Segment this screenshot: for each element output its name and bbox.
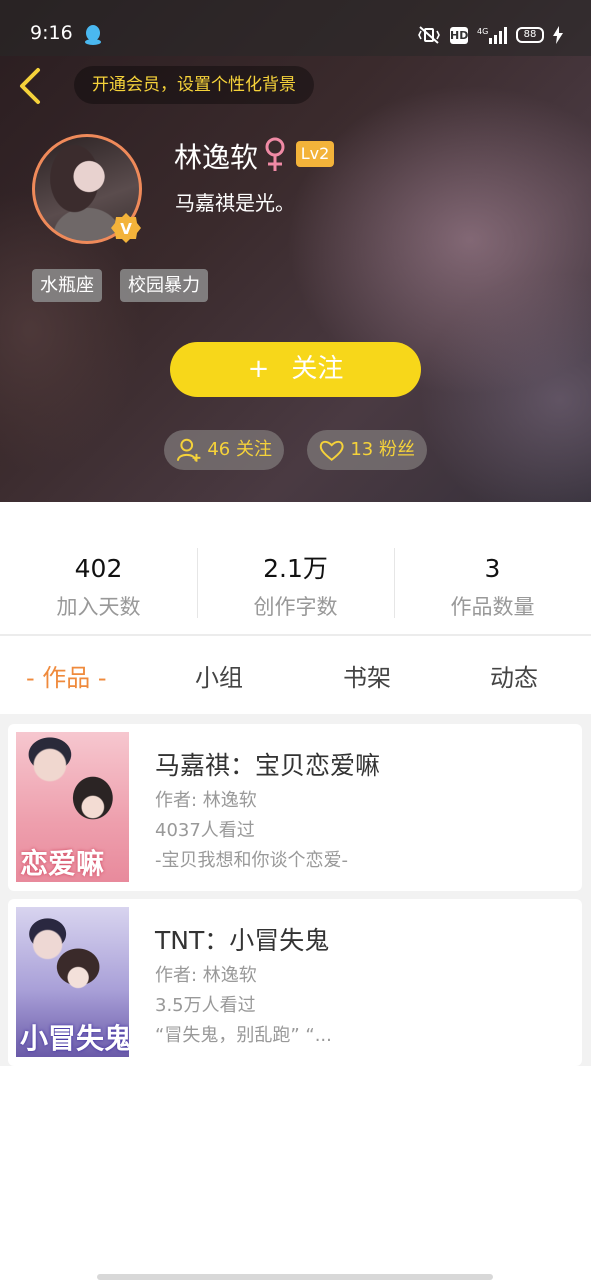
follow-label: 关注 (291, 354, 344, 384)
stat-divider (394, 548, 395, 618)
stat-days-joined: 402 加入天数 (0, 540, 197, 621)
user-name: 林逸软 (174, 141, 259, 174)
work-title[interactable]: TNT：小冒失鬼 (155, 921, 329, 957)
list-item[interactable]: 恋爱嘛 马嘉祺：宝贝恋爱嘛 作者: 林逸软 4037人看过 -宝贝我想和你谈个恋… (8, 724, 582, 891)
profile-stats: 402 加入天数 2.1万 创作字数 3 作品数量 (0, 540, 591, 630)
network-label: 4G (477, 27, 488, 36)
cover-title-art: 恋爱嘛 (20, 847, 105, 880)
chevron-left-icon[interactable] (16, 66, 48, 106)
qq-icon (85, 25, 101, 45)
status-icons: HD 4G 88 (417, 24, 563, 46)
stat-value: 402 (74, 554, 123, 583)
heart-icon (319, 440, 344, 461)
user-bio: 马嘉祺是光。 (175, 191, 295, 215)
following-button[interactable]: 46 关注 (164, 430, 284, 470)
tab-groups[interactable]: 小组 (195, 658, 243, 698)
work-cover[interactable]: 恋爱嘛 (16, 732, 129, 882)
fans-button[interactable]: 13 粉丝 (307, 430, 427, 470)
stat-label: 作品数量 (450, 595, 535, 619)
follow-plus-icon: + (247, 354, 270, 384)
charging-icon (553, 26, 563, 44)
tab-bookshelf[interactable]: 书架 (343, 658, 391, 698)
tag-genre[interactable]: 校园暴力 (120, 269, 208, 302)
fans-count: 13 粉丝 (350, 439, 415, 460)
stat-word-count: 2.1万 创作字数 (197, 540, 394, 621)
cover-title-art: 小冒失鬼 (20, 1022, 129, 1055)
hd-icon: HD (450, 26, 469, 44)
female-icon (265, 137, 285, 171)
battery-icon: 88 (516, 27, 544, 43)
level-badge: Lv2 (296, 141, 334, 167)
vip-background-banner[interactable]: 开通会员，设置个性化背景 (74, 66, 314, 104)
follow-button[interactable]: + 关注 (170, 342, 421, 397)
work-cover[interactable]: 小冒失鬼 (16, 907, 129, 1057)
following-count: 46 关注 (207, 439, 272, 460)
tab-works[interactable]: - 作品 - (26, 658, 107, 698)
section-divider (0, 634, 591, 636)
stat-label: 创作字数 (253, 595, 338, 619)
stat-divider (197, 548, 198, 618)
work-excerpt: -宝贝我想和你谈个恋爱- (155, 850, 348, 871)
user-add-icon (176, 438, 201, 462)
list-item[interactable]: 小冒失鬼 TNT：小冒失鬼 作者: 林逸软 3.5万人看过 “冒失鬼，别乱跑” … (8, 899, 582, 1066)
stat-label: 加入天数 (56, 595, 141, 619)
tab-feed[interactable]: 动态 (490, 658, 538, 698)
verified-badge-icon: V (111, 213, 141, 243)
home-indicator[interactable] (97, 1274, 493, 1280)
work-excerpt: “冒失鬼，别乱跑” “... (155, 1025, 332, 1046)
stat-value: 3 (484, 554, 501, 583)
verified-badge-text: V (120, 220, 132, 238)
work-views: 3.5万人看过 (155, 995, 256, 1016)
work-title[interactable]: 马嘉祺：宝贝恋爱嘛 (155, 746, 380, 782)
signal-icon: 4G (477, 27, 507, 44)
stat-work-count: 3 作品数量 (394, 540, 591, 621)
work-author: 作者: 林逸软 (155, 790, 257, 811)
status-time: 9:16 (30, 22, 73, 44)
tag-zodiac[interactable]: 水瓶座 (32, 269, 102, 302)
work-views: 4037人看过 (155, 820, 255, 841)
profile-header: 9:16 HD 4G 88 开通会员，设置个性化背景 V 林逸软 Lv2 马嘉祺… (0, 0, 591, 502)
work-author: 作者: 林逸软 (155, 965, 257, 986)
status-bar: 9:16 HD 4G 88 (0, 0, 591, 56)
vibrate-mute-icon (418, 26, 440, 44)
stat-value: 2.1万 (263, 554, 328, 583)
